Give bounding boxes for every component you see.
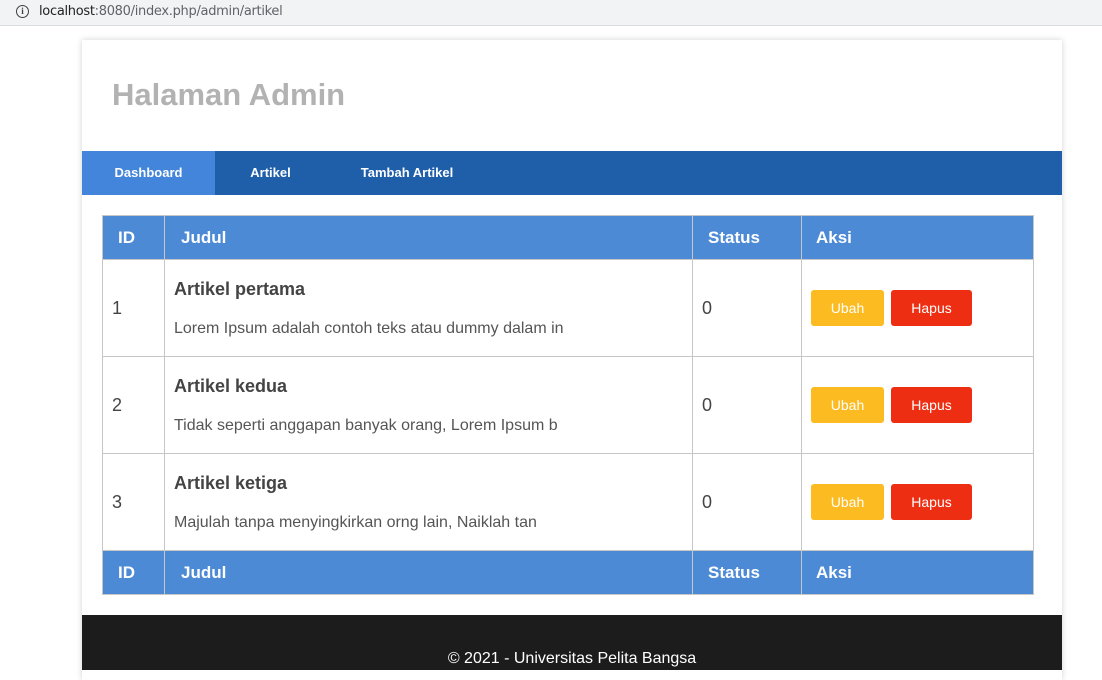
header-status: Status <box>692 215 802 260</box>
footer-judul: Judul <box>164 550 693 595</box>
table-row: 3 Artikel ketiga Majulah tanpa menyingki… <box>102 453 1034 551</box>
cell-judul: Artikel pertama Lorem Ipsum adalah conto… <box>164 259 693 357</box>
copyright-text: © 2021 - Universitas Pelita Bangsa <box>447 650 697 667</box>
article-title: Artikel ketiga <box>174 472 288 493</box>
cell-aksi: Ubah Hapus <box>801 453 1034 551</box>
browser-address-bar[interactable]: i localhost:8080/index.php/admin/artikel <box>0 0 1102 26</box>
info-icon[interactable]: i <box>16 5 29 18</box>
article-title: Artikel kedua <box>174 375 288 396</box>
table-row: 1 Artikel pertama Lorem Ipsum adalah con… <box>102 259 1034 357</box>
delete-button[interactable]: Hapus <box>891 387 973 423</box>
main-navbar: Dashboard Artikel Tambah Artikel <box>82 151 1062 195</box>
page-header: Halaman Admin <box>82 40 1062 151</box>
article-title: Artikel pertama <box>174 278 306 299</box>
edit-button[interactable]: Ubah <box>811 387 884 423</box>
page-container: Halaman Admin Dashboard Artikel Tambah A… <box>82 40 1062 680</box>
table-header-row: ID Judul Status Aksi <box>102 215 1034 260</box>
edit-button[interactable]: Ubah <box>811 484 884 520</box>
cell-aksi: Ubah Hapus <box>801 356 1034 454</box>
edit-button[interactable]: Ubah <box>811 290 884 326</box>
nav-item-tambah-artikel[interactable]: Tambah Artikel <box>326 151 488 195</box>
article-excerpt: Tidak seperti anggapan banyak orang, Lor… <box>174 416 558 434</box>
article-excerpt: Majulah tanpa menyingkirkan orng lain, N… <box>174 513 537 531</box>
footer-status: Status <box>692 550 802 595</box>
delete-button[interactable]: Hapus <box>891 290 973 326</box>
cell-aksi: Ubah Hapus <box>801 259 1034 357</box>
header-aksi: Aksi <box>801 215 1034 260</box>
cell-judul: Artikel ketiga Majulah tanpa menyingkirk… <box>164 453 693 551</box>
cell-judul: Artikel kedua Tidak seperti anggapan ban… <box>164 356 693 454</box>
cell-id: 2 <box>102 356 165 454</box>
url-path: :8080/index.php/admin/artikel <box>94 4 283 19</box>
page-footer: © 2021 - Universitas Pelita Bangsa <box>82 615 1062 670</box>
table-footer-row: ID Judul Status Aksi <box>102 550 1034 595</box>
nav-item-artikel[interactable]: Artikel <box>215 151 326 195</box>
table-row: 2 Artikel kedua Tidak seperti anggapan b… <box>102 356 1034 454</box>
cell-status: 0 <box>692 259 802 357</box>
footer-id: ID <box>102 550 165 595</box>
page-title: Halaman Admin <box>112 77 346 112</box>
header-judul: Judul <box>164 215 693 260</box>
delete-button[interactable]: Hapus <box>891 484 973 520</box>
cell-status: 0 <box>692 356 802 454</box>
url-host: localhost <box>39 4 95 19</box>
nav-item-dashboard[interactable]: Dashboard <box>82 151 215 195</box>
articles-table: ID Judul Status Aksi 1 Artikel pertama L… <box>102 215 1034 595</box>
footer-aksi: Aksi <box>801 550 1034 595</box>
cell-id: 1 <box>102 259 165 357</box>
url-text[interactable]: localhost:8080/index.php/admin/artikel <box>39 4 283 19</box>
article-excerpt: Lorem Ipsum adalah contoh teks atau dumm… <box>174 319 564 337</box>
cell-status: 0 <box>692 453 802 551</box>
header-id: ID <box>102 215 165 260</box>
cell-id: 3 <box>102 453 165 551</box>
